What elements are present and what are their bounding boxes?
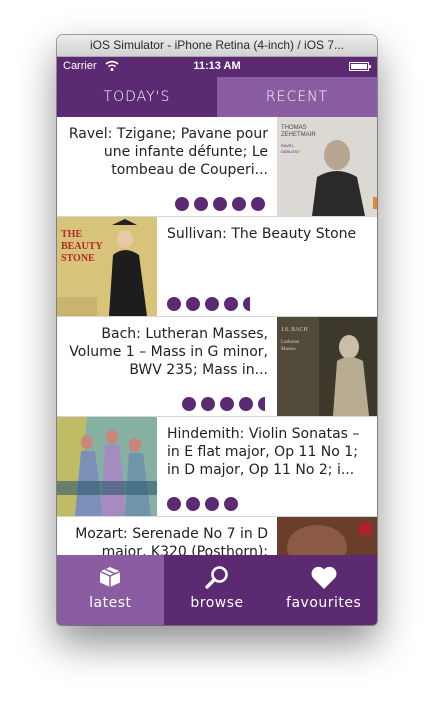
rating-dot bbox=[239, 397, 253, 411]
rating-dots bbox=[167, 497, 238, 511]
tab-recent[interactable]: RECENT bbox=[217, 77, 377, 117]
rating-dot bbox=[220, 397, 234, 411]
nav-label: favourites bbox=[286, 595, 362, 611]
list-item[interactable]: Ravel: Tzigane; Pavane pour une infante … bbox=[57, 117, 377, 217]
segment-tabs: TODAY'S RECENT bbox=[57, 77, 377, 117]
svg-text:Masses: Masses bbox=[281, 347, 296, 352]
rating-dot bbox=[213, 197, 227, 211]
album-list[interactable]: Ravel: Tzigane; Pavane pour une infante … bbox=[57, 117, 377, 555]
album-cover bbox=[57, 417, 157, 516]
tab-todays[interactable]: TODAY'S bbox=[57, 77, 217, 117]
heart-icon bbox=[270, 565, 377, 591]
battery-icon bbox=[349, 62, 371, 71]
album-cover: THE BEAUTY STONE bbox=[57, 217, 157, 316]
rating-dot bbox=[201, 397, 215, 411]
rating-dot bbox=[167, 497, 181, 511]
rating-dots bbox=[175, 197, 265, 211]
search-icon bbox=[164, 565, 271, 591]
album-title: Ravel: Tzigane; Pavane pour une infante … bbox=[68, 126, 268, 178]
album-title: Bach: Lutheran Masses, Volume 1 – Mass i… bbox=[69, 326, 268, 378]
nav-label: browse bbox=[190, 595, 244, 611]
nav-latest[interactable]: latest bbox=[57, 555, 164, 625]
album-title: Hindemith: Violin Sonatas – in E flat ma… bbox=[167, 426, 360, 478]
simulator-window: iOS Simulator - iPhone Retina (4-inch) /… bbox=[57, 35, 377, 625]
album-cover bbox=[277, 517, 377, 555]
svg-text:THE: THE bbox=[61, 229, 82, 240]
rating-dot bbox=[205, 297, 219, 311]
window-titlebar[interactable]: iOS Simulator - iPhone Retina (4-inch) /… bbox=[57, 35, 377, 57]
rating-dot bbox=[232, 197, 246, 211]
svg-text:BEAUTY: BEAUTY bbox=[61, 241, 103, 252]
list-item[interactable]: THE BEAUTY STONE Sullivan: The Beauty St… bbox=[57, 217, 377, 317]
svg-text:RAVEL: RAVEL bbox=[281, 143, 295, 148]
rating-dot bbox=[251, 197, 265, 211]
album-title: Sullivan: The Beauty Stone bbox=[167, 226, 357, 242]
list-item[interactable]: Mozart: Serenade No 7 in D major, K320 (… bbox=[57, 517, 377, 555]
album-cover: THOMAS ZEHETMAIR RAVEL DEBUSSY bbox=[277, 117, 377, 216]
rating-dot bbox=[186, 297, 200, 311]
svg-text:DEBUSSY: DEBUSSY bbox=[281, 149, 300, 154]
svg-text:J.S. BACH: J.S. BACH bbox=[281, 327, 309, 333]
status-bar: Carrier 11:13 AM bbox=[57, 57, 377, 77]
window-title: iOS Simulator - iPhone Retina (4-inch) /… bbox=[89, 38, 345, 52]
rating-dot bbox=[167, 297, 181, 311]
rating-dot bbox=[224, 297, 238, 311]
rating-dot bbox=[205, 497, 219, 511]
svg-text:STONE: STONE bbox=[61, 253, 95, 264]
phone-screen: Carrier 11:13 AM TODAY'S RECENT Ravel: T… bbox=[57, 57, 377, 625]
rating-dot bbox=[186, 497, 200, 511]
svg-text:THOMAS: THOMAS bbox=[281, 125, 307, 131]
rating-dot-half bbox=[243, 297, 250, 311]
list-item[interactable]: Hindemith: Violin Sonatas – in E flat ma… bbox=[57, 417, 377, 517]
tab-bar: latest browse favourites bbox=[57, 555, 377, 625]
rating-dots bbox=[167, 297, 250, 311]
rating-dot bbox=[224, 497, 238, 511]
rating-dot bbox=[194, 197, 208, 211]
rating-dot-half bbox=[258, 397, 265, 411]
svg-text:Lutheran: Lutheran bbox=[281, 340, 300, 345]
box-icon bbox=[57, 565, 164, 591]
rating-dot bbox=[182, 397, 196, 411]
nav-browse[interactable]: browse bbox=[164, 555, 271, 625]
svg-text:ZEHETMAIR: ZEHETMAIR bbox=[281, 132, 316, 138]
nav-favourites[interactable]: favourites bbox=[270, 555, 377, 625]
rating-dot bbox=[175, 197, 189, 211]
nav-label: latest bbox=[89, 595, 132, 611]
list-item[interactable]: Bach: Lutheran Masses, Volume 1 – Mass i… bbox=[57, 317, 377, 417]
album-title: Mozart: Serenade No 7 in D major, K320 (… bbox=[75, 526, 268, 555]
rating-dots bbox=[182, 397, 265, 411]
status-time: 11:13 AM bbox=[193, 60, 241, 72]
album-cover: J.S. BACH Lutheran Masses bbox=[277, 317, 377, 416]
